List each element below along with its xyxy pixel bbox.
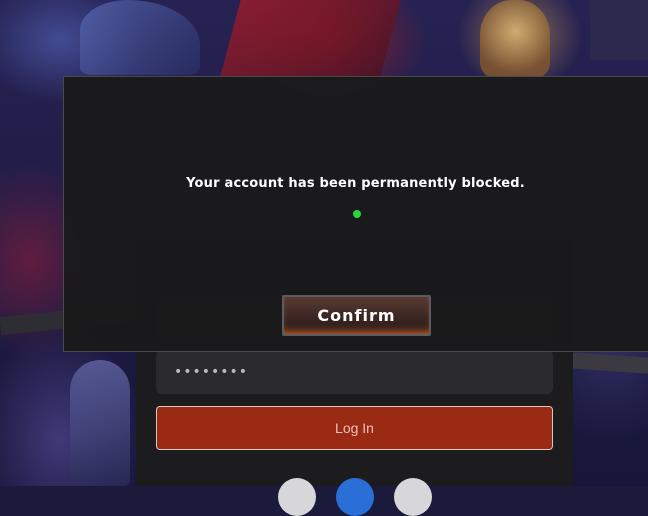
background-character-red xyxy=(219,0,401,80)
password-field[interactable]: •••••••• xyxy=(156,350,553,394)
confirm-button[interactable]: Confirm xyxy=(282,295,431,336)
background-decor-top-right xyxy=(590,0,648,60)
account-blocked-dialog: Your account has been permanently blocke… xyxy=(63,76,648,352)
background-weapon-right xyxy=(569,352,648,374)
facebook-login-icon[interactable] xyxy=(336,478,374,516)
background-character-blonde xyxy=(480,0,550,78)
login-button[interactable]: Log In xyxy=(156,406,553,450)
background-character-bottom-left xyxy=(70,360,130,486)
social-login-icon[interactable] xyxy=(278,478,316,516)
social-login-icon[interactable] xyxy=(394,478,432,516)
dialog-message: Your account has been permanently blocke… xyxy=(186,176,525,191)
status-dot-icon xyxy=(353,210,361,218)
background-character-blue xyxy=(80,0,200,75)
